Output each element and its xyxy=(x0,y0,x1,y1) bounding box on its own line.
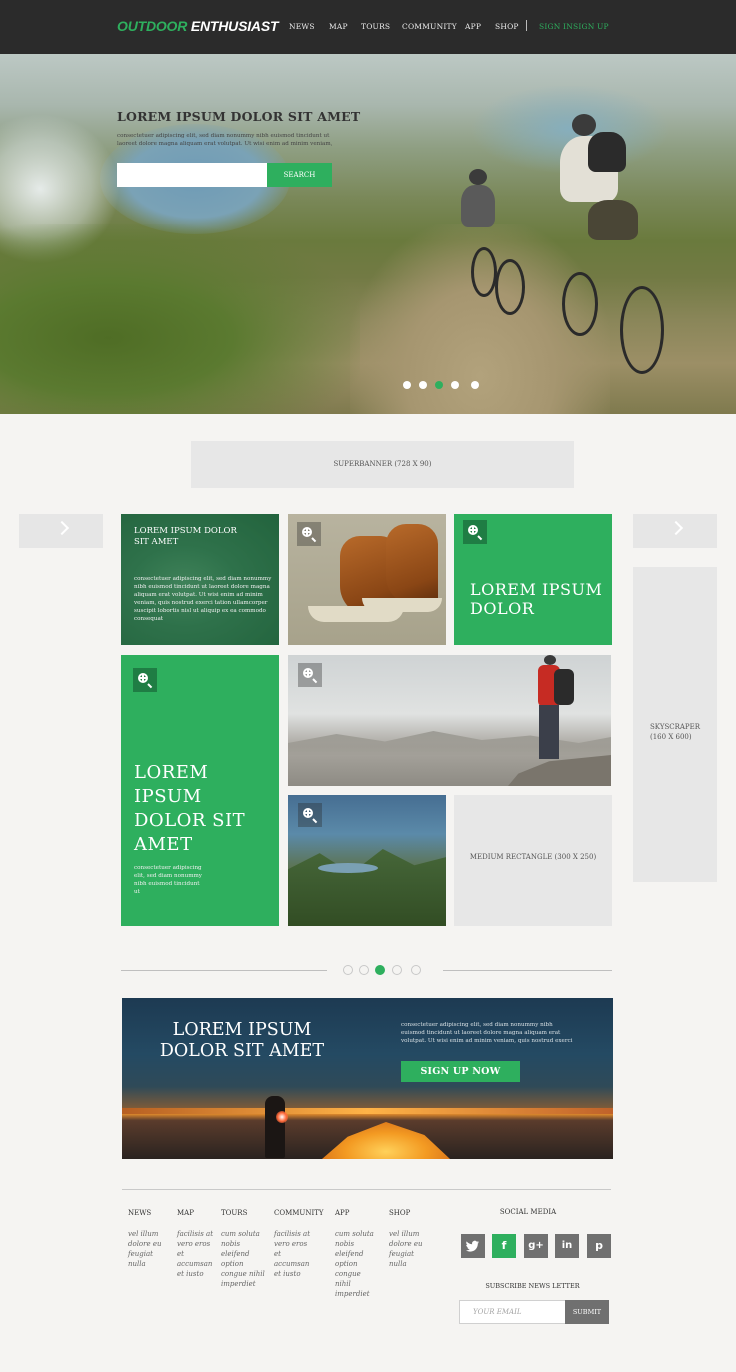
gallery-page-dot-4[interactable] xyxy=(392,965,402,975)
zoom-in-icon[interactable] xyxy=(463,520,487,544)
tile1-title: LOREM IPSUM DOLOR SIT AMET xyxy=(134,526,237,547)
footer-col-tours-heading[interactable]: TOURS xyxy=(221,1209,247,1217)
canyon-mountains xyxy=(288,849,446,926)
slide-dot-1[interactable] xyxy=(403,381,411,389)
facebook-icon[interactable]: f xyxy=(492,1234,516,1258)
twitter-bird-glyph xyxy=(466,1240,479,1252)
hero-title: LOREM IPSUM DOLOR SIT AMET xyxy=(117,109,361,124)
nav-app[interactable]: APP xyxy=(465,22,481,34)
newsletter-email-input[interactable] xyxy=(459,1300,566,1324)
gallery-tile-wolf[interactable]: LOREM IPSUM DOLOR SIT AMET consectetuer … xyxy=(121,514,279,645)
skyscraper-ad-label: SKYSCRAPER (160 X 600) xyxy=(650,723,701,741)
camper-silhouette xyxy=(265,1096,285,1158)
zoom-in-icon[interactable] xyxy=(133,668,157,692)
canyon-river xyxy=(318,863,378,873)
gallery-page-dot-1[interactable] xyxy=(343,965,353,975)
zoom-in-icon[interactable] xyxy=(298,803,322,827)
subscribe-heading: SUBSCRIBE NEWS LETTER xyxy=(485,1282,580,1290)
medium-rectangle-label: MEDIUM RECTANGLE (300 X 250) xyxy=(469,853,597,861)
footer-col-map-text: facilisis at vero eros et accumsan et iu… xyxy=(177,1230,214,1278)
hero-brush xyxy=(0,224,360,414)
slide-dot-4[interactable] xyxy=(451,381,459,389)
mountain-ridge xyxy=(288,731,611,755)
footer-col-map-heading[interactable]: MAP xyxy=(177,1209,194,1217)
hiker-backpack xyxy=(554,669,574,705)
nav-news[interactable]: NEWS xyxy=(289,22,315,34)
footer-col-shop-heading[interactable]: SHOP xyxy=(389,1209,410,1217)
sign-up-now-button[interactable]: SIGN UP NOW xyxy=(401,1061,520,1082)
superbanner-ad[interactable]: SUPERBANNER (728 X 90) xyxy=(191,441,574,488)
tile4-title: LOREM IPSUM DOLOR SIT AMET xyxy=(134,762,246,855)
pager-line-left xyxy=(121,970,327,971)
gallery-tile-hiker[interactable] xyxy=(288,655,611,786)
footer-col-community-text: facilisis at vero eros et accumsan et iu… xyxy=(274,1230,311,1278)
hero-slider xyxy=(0,54,736,414)
glowing-tent xyxy=(322,1122,450,1159)
hiker-head xyxy=(544,655,556,665)
pinterest-icon[interactable]: p xyxy=(587,1234,611,1258)
medium-rectangle-ad[interactable]: MEDIUM RECTANGLE (300 X 250) xyxy=(454,795,612,926)
gallery-next-button[interactable] xyxy=(633,514,717,548)
hero-search-button[interactable]: SEARCH xyxy=(267,163,332,187)
gallery-page-dot-2[interactable] xyxy=(359,965,369,975)
slide-dot-2[interactable] xyxy=(419,381,427,389)
tile1-text: consectetuer adipiscing elit, sed diam n… xyxy=(134,576,272,622)
footer-divider xyxy=(122,1189,611,1190)
skyscraper-ad[interactable]: SKYSCRAPER (160 X 600) xyxy=(633,567,717,882)
footer-col-app-text: cum soluta nobis eleifend option congue … xyxy=(335,1230,374,1298)
gallery-page-dot-3[interactable] xyxy=(375,965,385,975)
hiker-legs xyxy=(539,705,559,759)
footer-col-community-heading[interactable]: COMMUNITY xyxy=(274,1209,324,1217)
boot-sole-right xyxy=(362,598,442,612)
sign-up-link[interactable]: SIGN UP xyxy=(573,22,609,34)
social-media-heading: SOCIAL MEDIA xyxy=(499,1208,557,1216)
google-plus-icon[interactable]: g+ xyxy=(524,1234,548,1258)
linkedin-icon[interactable]: in xyxy=(555,1234,579,1258)
hero-search-input[interactable] xyxy=(117,163,267,187)
chevron-right-icon xyxy=(668,520,684,536)
gallery-tile-green[interactable]: LOREM IPSUM DOLOR xyxy=(454,514,612,645)
nav-map[interactable]: MAP xyxy=(329,22,348,34)
gallery-tile-feature[interactable]: LOREM IPSUM DOLOR SIT AMET consectetuer … xyxy=(121,655,279,926)
twitter-icon[interactable] xyxy=(461,1234,485,1258)
top-navigation-bar: OUTDOOR ENTHUSIAST NEWS MAP TOURS COMMUN… xyxy=(0,0,736,54)
promo-title: LOREM IPSUM DOLOR SIT AMET xyxy=(159,1020,325,1061)
hero-description: consectetuer adipiscing elit, sed diam n… xyxy=(117,133,333,147)
nav-divider xyxy=(526,20,527,31)
slide-dot-3[interactable] xyxy=(435,381,443,389)
rock-ledge xyxy=(508,755,611,786)
pager-line-right xyxy=(443,970,612,971)
nav-community[interactable]: COMMUNITY xyxy=(402,22,457,34)
nav-shop[interactable]: SHOP xyxy=(495,22,519,34)
footer-col-shop-text: vel illum dolore eu feugiat nulla xyxy=(389,1230,423,1268)
gallery-tile-canyon[interactable] xyxy=(288,795,446,926)
sign-in-link[interactable]: SIGN IN xyxy=(539,22,573,34)
footer-col-news-text: vel illum dolore eu feugiat nulla xyxy=(128,1230,162,1268)
zoom-in-icon[interactable] xyxy=(298,663,322,687)
gallery-tile-boots[interactable] xyxy=(288,514,446,645)
footer-col-news-heading[interactable]: NEWS xyxy=(128,1209,151,1217)
site-logo[interactable]: OUTDOOR ENTHUSIAST xyxy=(117,18,279,34)
logo-word-enthusiast: ENTHUSIAST xyxy=(190,18,279,34)
zoom-in-icon[interactable] xyxy=(297,522,321,546)
footer-col-app-heading[interactable]: APP xyxy=(335,1209,349,1217)
sunset-horizon xyxy=(122,1108,613,1114)
gallery-page-dot-5[interactable] xyxy=(411,965,421,975)
footer-col-tours-text: cum soluta nobis eleifend option congue … xyxy=(221,1230,265,1288)
tile3-title: LOREM IPSUM DOLOR xyxy=(470,580,603,618)
logo-word-outdoor: OUTDOOR xyxy=(117,18,188,34)
gallery-prev-button[interactable] xyxy=(19,514,103,548)
boot-image-right xyxy=(386,524,438,606)
chevron-right-icon xyxy=(54,520,70,536)
tile4-text: consectetuer adipiscing elit, sed diam n… xyxy=(134,865,202,895)
slide-dot-5[interactable] xyxy=(471,381,479,389)
newsletter-submit-button[interactable]: SUBMIT xyxy=(565,1300,609,1324)
headlamp-glow xyxy=(276,1111,288,1123)
promo-text: consectetuer adipiscing elit, sed diam n… xyxy=(401,1022,573,1044)
nav-tours[interactable]: TOURS xyxy=(361,22,390,34)
